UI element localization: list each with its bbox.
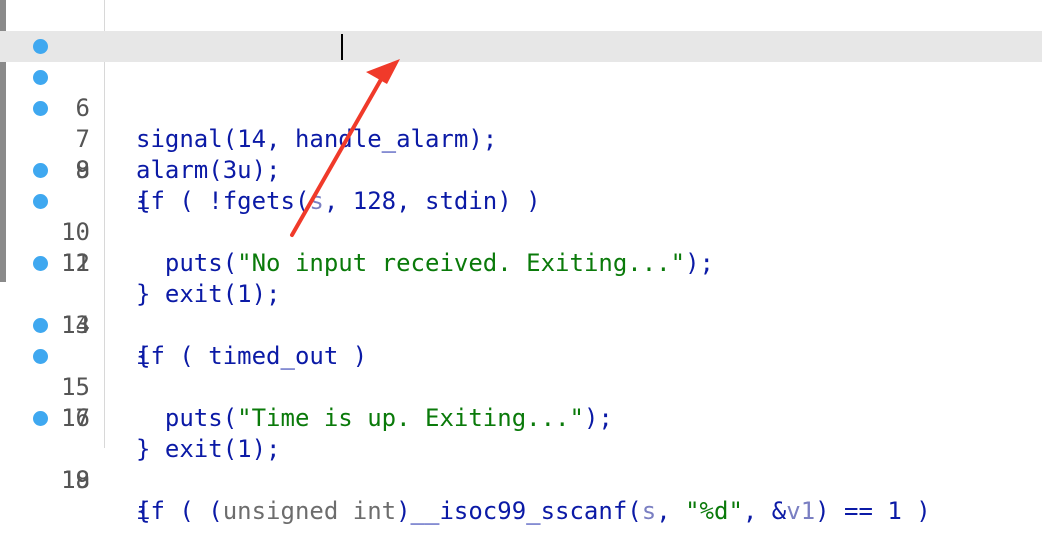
code-line[interactable]: 15 puts("Time is up. Exiting...");: [0, 310, 1042, 432]
code-line[interactable]: 17 }: [0, 372, 1042, 463]
breakpoint-dot[interactable]: [33, 256, 48, 271]
code-text[interactable]: {: [136, 496, 150, 527]
code-line[interactable]: 13 if ( timed_out ): [0, 248, 1042, 370]
code-line[interactable]: 10 puts("No input received. Exiting...")…: [0, 155, 1042, 277]
code-line-current[interactable]: 6 signal(14, handle_alarm);: [0, 31, 1042, 153]
breakpoint-dot[interactable]: [33, 101, 48, 116]
code-line[interactable]: 16 exit(1);: [0, 341, 1042, 463]
code-line[interactable]: 11 exit(1);: [0, 186, 1042, 308]
code-line[interactable]: 18 if ( (unsigned int)__isoc99_sscanf(s,…: [0, 403, 1042, 525]
breakpoint-dot[interactable]: [33, 318, 48, 333]
code-line[interactable]: 7 alarm(3u);: [0, 62, 1042, 184]
code-text[interactable]: if ( (unsigned int)__isoc99_sscanf(s, "%…: [136, 496, 931, 527]
breakpoint-dot[interactable]: [33, 163, 48, 178]
code-editor[interactable]: 5 6 signal(14, handle_alarm); 7 alarm(3u…: [0, 0, 1042, 525]
text-cursor: [341, 34, 343, 60]
breakpoint-dot[interactable]: [33, 194, 48, 209]
code-line[interactable]: 14 {: [0, 279, 1042, 370]
breakpoint-dot[interactable]: [33, 411, 48, 426]
code-line[interactable]: 19 {: [0, 434, 1042, 525]
breakpoint-dot[interactable]: [33, 70, 48, 85]
code-line[interactable]: 12 }: [0, 217, 1042, 308]
code-line[interactable]: 8 if ( !fgets(s, 128, stdin) ): [0, 93, 1042, 215]
code-line[interactable]: 5: [0, 0, 1042, 60]
breakpoint-dot[interactable]: [33, 39, 48, 54]
code-line[interactable]: 9 {: [0, 124, 1042, 215]
breakpoint-dot[interactable]: [33, 349, 48, 364]
line-number: 19: [61, 466, 90, 494]
